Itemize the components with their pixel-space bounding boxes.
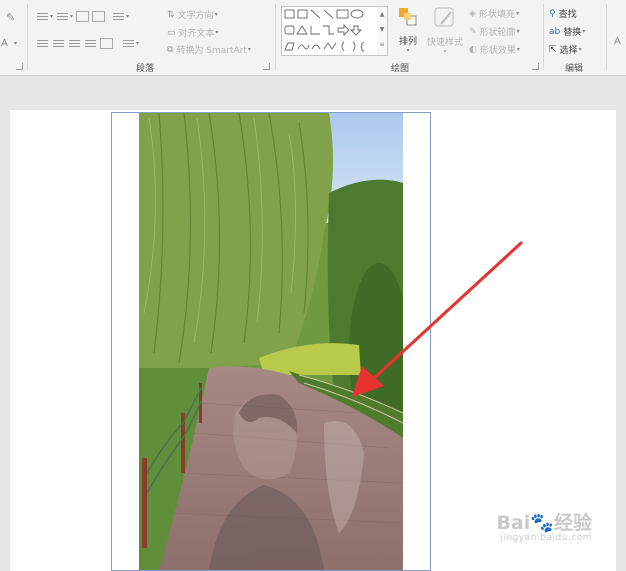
annotation-arrow bbox=[352, 241, 523, 397]
watermark-brand: Bai bbox=[496, 512, 531, 534]
baidu-jingyan-watermark: Bai🐾经验 jingyan.baidu.com bbox=[496, 513, 592, 543]
paw-icon: 🐾 bbox=[530, 512, 554, 534]
watermark-brand-suffix: 经验 bbox=[553, 512, 592, 534]
watermark-url: jingyan.baidu.com bbox=[500, 533, 592, 543]
